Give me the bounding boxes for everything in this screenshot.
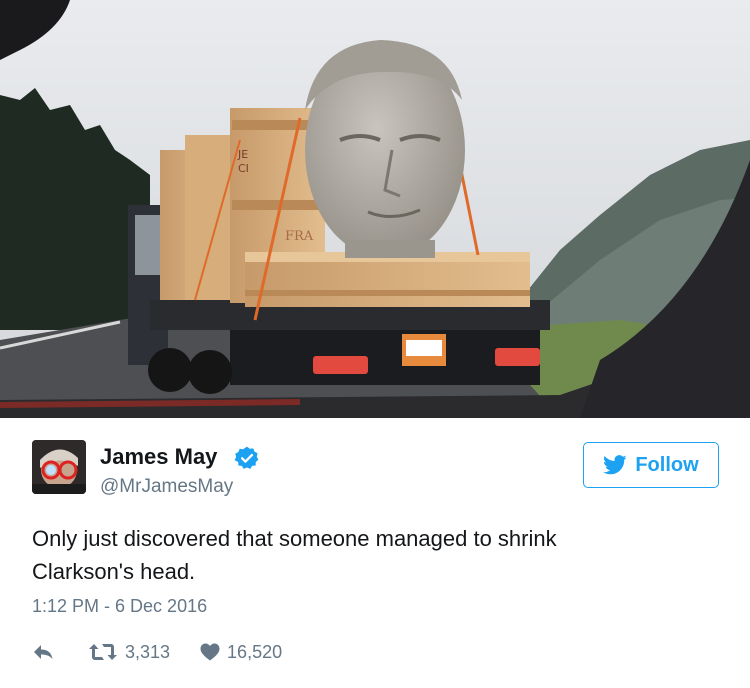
tweet-timestamp[interactable]: 1:12 PM - 6 Dec 2016 [32,596,207,617]
display-name[interactable]: James May [100,444,217,470]
tweet-text-line: Only just discovered that someone manage… [32,526,557,551]
crate-sign-mid: CI [238,162,249,175]
user-handle[interactable]: @MrJamesMay [100,476,233,498]
avatar[interactable] [32,440,86,494]
tweet-text-line: Clarkson's head. [32,559,196,584]
crate-stencil: FRA [285,229,314,244]
retweet-count: 3,313 [125,641,171,662]
reply-button[interactable] [32,643,54,661]
verified-badge-icon [234,446,259,469]
tweet-actions: 3,313 16,520 [32,639,282,665]
like-count: 16,520 [227,641,283,662]
retweet-icon [89,644,117,660]
retweet-button[interactable]: 3,313 [88,642,170,663]
follow-button[interactable]: Follow [583,442,719,488]
tweet-text: Only just discovered that someone manage… [32,522,672,588]
like-button[interactable]: 16,520 [200,642,282,663]
heart-icon [200,643,220,661]
tweet-photo[interactable]: JE CI FRA [0,0,750,418]
twitter-bird-icon [603,455,627,475]
reply-icon [34,645,53,659]
follow-label: Follow [635,453,699,476]
crate-sign-top: JE [237,148,248,161]
tweet-card: James May @MrJamesMay Follow Only just d… [0,418,750,688]
